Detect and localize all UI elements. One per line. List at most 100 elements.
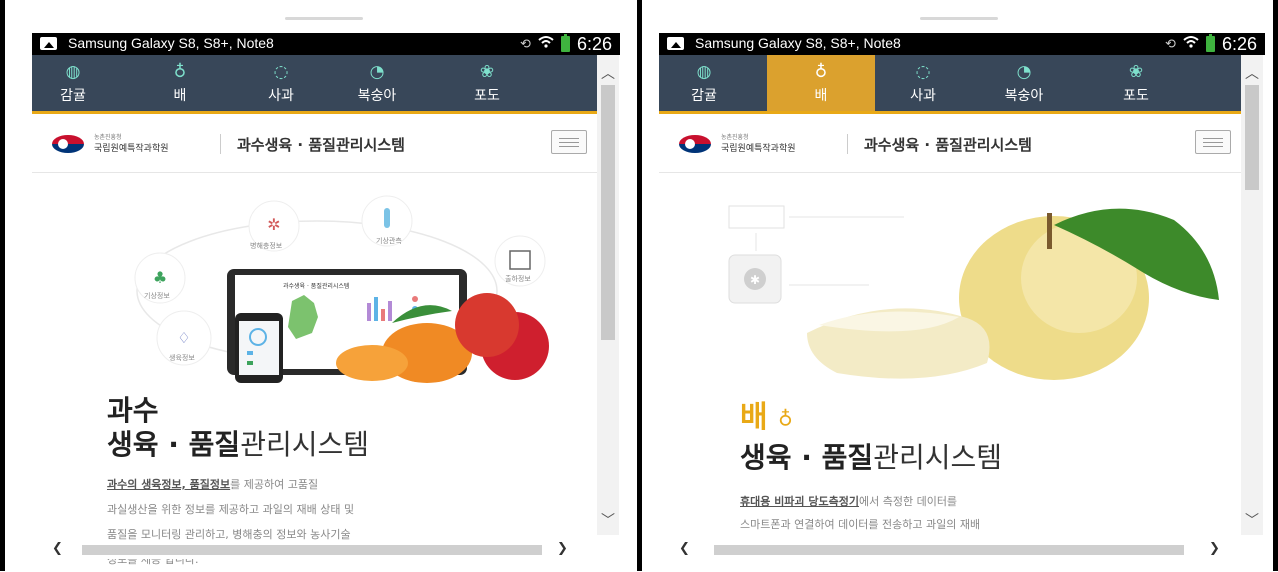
- nav-item-peach[interactable]: ◔ 복숭아: [981, 55, 1067, 111]
- headline-line2: 생육 · 품질관리시스템: [740, 440, 1002, 476]
- nav-label: 포도: [1123, 88, 1149, 104]
- nav-item-grape[interactable]: ❀ 포도: [1091, 55, 1181, 111]
- headline-rest: 관리시스템: [873, 441, 1002, 474]
- sync-icon: ⟲: [520, 36, 531, 52]
- nav-item-apple[interactable]: ◌ 사과: [246, 55, 316, 111]
- pear-outline-icon: ♁: [778, 406, 793, 431]
- headline-bold: 생육 · 품질: [107, 428, 241, 461]
- nav-label: 포도: [474, 88, 500, 104]
- device-title: Samsung Galaxy S8, S8+, Note8: [695, 35, 901, 51]
- horizontal-scrollbar[interactable]: ❮ ❯: [659, 541, 1241, 559]
- wifi-icon: [1183, 35, 1199, 53]
- desc-line: 스마트폰과 연결하여 데이터를 전송하고 과일의 재배: [740, 518, 981, 531]
- hero-illustration: ✲ ♣ ♢ 병해충정보 기상관측 출하정보 기상정보 생육정보 과수생육 · 품…: [32, 173, 597, 393]
- nav-item-grape[interactable]: ❀ 포도: [447, 55, 527, 111]
- illustration-label: 기상정보: [144, 292, 170, 300]
- pear-illustration: ✱: [728, 205, 1219, 380]
- scroll-down-icon[interactable]: ﹀: [1245, 510, 1259, 530]
- svg-text:♢: ♢: [177, 329, 190, 347]
- nav-label: 감귤: [691, 88, 717, 104]
- apple-icon: ◌: [273, 62, 289, 82]
- left-phone-screen: Samsung Galaxy S8, S8+, Note8 ⟲ 6:26 ◍ 감…: [0, 0, 640, 571]
- nav-item-apple[interactable]: ◌ 사과: [887, 55, 959, 111]
- tablet-title: 과수생육 · 품질관리시스템: [283, 283, 350, 290]
- scroll-right-icon[interactable]: ❯: [1209, 541, 1220, 556]
- org-name: 농촌진흥청 국립원예특작과학원: [721, 132, 796, 154]
- headline-line2: 생육 · 품질관리시스템: [107, 428, 369, 462]
- nav-label: 감귤: [60, 88, 86, 104]
- citrus-icon: ◍: [65, 62, 81, 82]
- desc-link[interactable]: 과수의 생육정보, 품질정보: [107, 478, 230, 491]
- scroll-down-icon[interactable]: ﹀: [601, 510, 615, 530]
- clock: 6:26: [576, 33, 612, 54]
- headline-line1: 과수: [107, 394, 159, 427]
- government-logo-icon: [679, 135, 711, 153]
- status-bar: Samsung Galaxy S8, S8+, Note8 ⟲ 6:26: [32, 33, 620, 55]
- fruit-name: 배 ♁: [740, 400, 793, 437]
- scroll-thumb-horizontal[interactable]: [714, 545, 1184, 555]
- window-grip[interactable]: [920, 17, 998, 20]
- device-title: Samsung Galaxy S8, S8+, Note8: [68, 35, 274, 51]
- scroll-thumb[interactable]: [1245, 85, 1259, 190]
- horizontal-scrollbar[interactable]: ❮ ❯: [32, 541, 597, 559]
- scroll-left-icon[interactable]: ❮: [52, 541, 63, 556]
- hero-illustration: ✱: [659, 173, 1241, 395]
- window-grip[interactable]: [285, 17, 363, 20]
- svg-text:✱: ✱: [750, 273, 760, 287]
- pear-icon: ♁: [173, 62, 187, 82]
- vertical-scrollbar[interactable]: ︿ ﹀: [597, 55, 619, 535]
- status-bar: Samsung Galaxy S8, S8+, Note8 ⟲ 6:26: [659, 33, 1265, 55]
- site-header: 농촌진흥청 국립원예특작과학원 과수생육 · 품질관리시스템: [659, 114, 1241, 173]
- nav-item-citrus[interactable]: ◍ 감귤: [32, 55, 114, 111]
- nav-item-citrus[interactable]: ◍ 감귤: [659, 55, 749, 111]
- scroll-thumb-horizontal[interactable]: [82, 545, 542, 555]
- apple-icon: ◌: [915, 62, 931, 82]
- nav-item-peach[interactable]: ◔ 복숭아: [337, 55, 417, 111]
- fruit-title: 배: [740, 400, 768, 435]
- org-small: 농촌진흥청: [721, 134, 749, 141]
- clock: 6:26: [1221, 33, 1257, 54]
- illustration-label: 기상관측: [376, 237, 402, 245]
- nav-item-pear[interactable]: ♁ 배: [145, 55, 215, 111]
- nav-label: 복숭아: [357, 88, 397, 104]
- vertical-scrollbar[interactable]: ︿ ﹀: [1241, 55, 1263, 535]
- page-headline: 과수 생육 · 품질관리시스템: [107, 394, 369, 462]
- nav-label: 사과: [268, 88, 294, 104]
- desc-line: 과수의 생육정보, 품질정보를 제공하여 고품질: [107, 472, 537, 497]
- illustration-label: 출하정보: [505, 275, 531, 283]
- scroll-thumb[interactable]: [601, 85, 615, 340]
- right-phone-screen: Samsung Galaxy S8, S8+, Note8 ⟲ 6:26 ◍ 감…: [640, 0, 1278, 571]
- illustration-label: 병해충정보: [250, 242, 283, 250]
- screenshot-icon: [667, 37, 684, 50]
- org-name: 농촌진흥청 국립원예특작과학원: [94, 132, 169, 154]
- nav-label: 사과: [910, 88, 936, 104]
- org-small: 농촌진흥청: [94, 134, 122, 141]
- scroll-right-icon[interactable]: ❯: [557, 541, 568, 556]
- battery-icon: [560, 34, 570, 52]
- menu-button[interactable]: [551, 130, 587, 154]
- peach-icon: ◔: [1016, 62, 1032, 82]
- citrus-icon: ◍: [696, 62, 712, 82]
- battery-icon: [1205, 34, 1215, 52]
- scroll-up-icon[interactable]: ︿: [1245, 63, 1259, 83]
- site-title: 과수생육 · 품질관리시스템: [237, 136, 405, 154]
- scroll-left-icon[interactable]: ❮: [679, 541, 690, 556]
- nav-label: 복숭아: [1004, 88, 1044, 104]
- screenshot-icon: [40, 37, 57, 50]
- desc-line: 과실생산을 위한 정보를 제공하고 과일의 재배 상태 및: [107, 503, 355, 516]
- illustration-label: 생육정보: [169, 354, 195, 362]
- desc-link[interactable]: 휴대용 비파괴 당도측정기: [740, 495, 859, 508]
- grape-icon: ❀: [1128, 62, 1144, 82]
- menu-button[interactable]: [1195, 130, 1231, 154]
- headline-bold: 생육 · 품질: [740, 441, 874, 474]
- wifi-icon: [538, 35, 554, 53]
- pear-icon: ♁: [814, 62, 828, 82]
- desc-line: 휴대용 비파괴 당도측정기에서 측정한 데이터를: [740, 490, 1180, 513]
- nav-item-pear[interactable]: ♁ 배: [767, 55, 875, 111]
- desc-text: 에서 측정한 데이터를: [858, 495, 958, 508]
- desc-text: 를 제공하여 고품질: [230, 478, 319, 491]
- scroll-up-icon[interactable]: ︿: [601, 63, 615, 83]
- org-label: 국립원예특작과학원: [721, 144, 796, 154]
- divider: [847, 134, 848, 154]
- site-header: 농촌진흥청 국립원예특작과학원 과수생육 · 품질관리시스템: [32, 114, 597, 173]
